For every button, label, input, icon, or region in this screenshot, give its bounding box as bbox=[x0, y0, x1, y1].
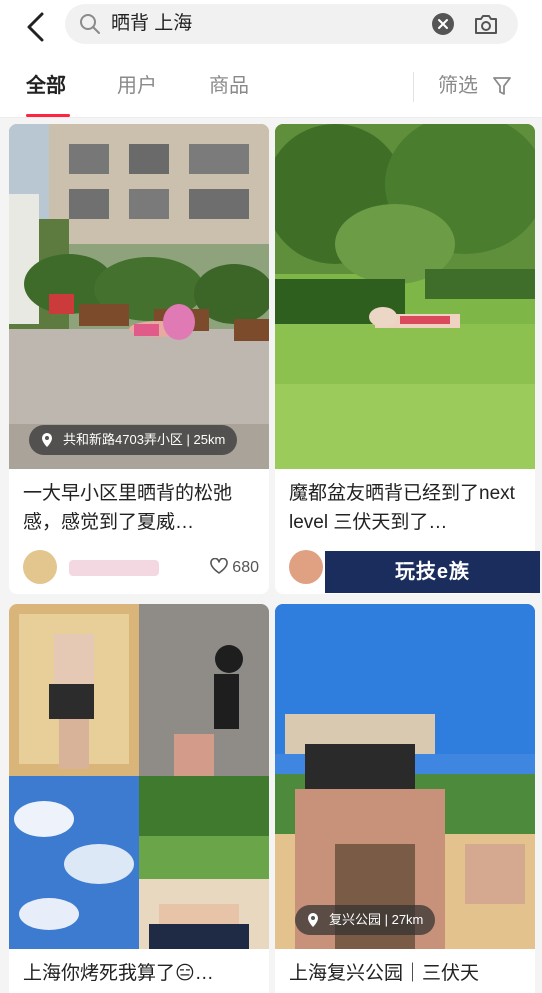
location-text: 复兴公园 | 27km bbox=[329, 912, 424, 927]
note-cover-image[interactable]: 复兴公园 | 27km bbox=[275, 604, 535, 949]
tab-divider bbox=[413, 72, 414, 102]
note-meta: 680 bbox=[23, 548, 259, 588]
search-icon bbox=[80, 14, 100, 34]
author-name-blurred[interactable] bbox=[69, 560, 159, 576]
heart-icon bbox=[210, 558, 229, 574]
note-cover-image[interactable] bbox=[9, 604, 269, 949]
clear-icon[interactable] bbox=[432, 13, 454, 35]
location-pin-icon bbox=[42, 433, 52, 447]
filter-button[interactable]: 筛选 bbox=[438, 73, 478, 99]
search-input[interactable]: 晒背 上海 bbox=[111, 13, 192, 35]
note-card[interactable]: 共和新路4703弄小区 | 25km 一大早小区里晒背的松弛感，感觉到了夏威… … bbox=[9, 124, 269, 594]
location-tag[interactable]: 复兴公园 | 27km bbox=[295, 905, 436, 935]
like-count[interactable]: 680 bbox=[210, 556, 259, 580]
avatar[interactable] bbox=[23, 550, 57, 584]
location-pin-icon bbox=[308, 913, 318, 927]
location-tag[interactable]: 共和新路4703弄小区 | 25km bbox=[29, 425, 238, 455]
camera-search-icon[interactable] bbox=[473, 12, 499, 36]
funnel-icon[interactable] bbox=[492, 75, 512, 97]
top-bar: 晒背 上海 bbox=[0, 0, 542, 56]
like-count-value: 680 bbox=[232, 559, 259, 576]
tab-products[interactable]: 商品 bbox=[209, 73, 249, 99]
note-title[interactable]: 一大早小区里晒背的松弛感，感觉到了夏威… bbox=[23, 479, 259, 537]
note-cover-image[interactable]: 共和新路4703弄小区 | 25km bbox=[9, 124, 269, 469]
note-title[interactable]: 上海复兴公园｜三伏天 bbox=[289, 959, 525, 988]
note-cover-image[interactable] bbox=[275, 124, 535, 469]
note-title[interactable]: 上海你烤死我算了😑… bbox=[23, 959, 259, 988]
avatar[interactable] bbox=[289, 550, 323, 584]
note-card[interactable]: 复兴公园 | 27km 上海复兴公园｜三伏天 bbox=[275, 604, 535, 993]
note-card[interactable]: 魔都盆友晒背已经到了next level 三伏天到了… bbox=[275, 124, 535, 594]
note-title[interactable]: 魔都盆友晒背已经到了next level 三伏天到了… bbox=[289, 479, 525, 537]
chevron-left-icon[interactable] bbox=[20, 10, 54, 44]
tab-all[interactable]: 全部 bbox=[26, 73, 66, 99]
watermark-banner: 玩技e族 bbox=[325, 551, 540, 593]
tab-users[interactable]: 用户 bbox=[117, 73, 157, 99]
note-card[interactable]: 上海你烤死我算了😑… bbox=[9, 604, 269, 993]
location-text: 共和新路4703弄小区 | 25km bbox=[63, 432, 226, 447]
tab-bar: 全部 用户 商品 筛选 bbox=[0, 56, 542, 118]
active-tab-indicator bbox=[26, 114, 70, 117]
search-box[interactable]: 晒背 上海 bbox=[65, 4, 518, 44]
